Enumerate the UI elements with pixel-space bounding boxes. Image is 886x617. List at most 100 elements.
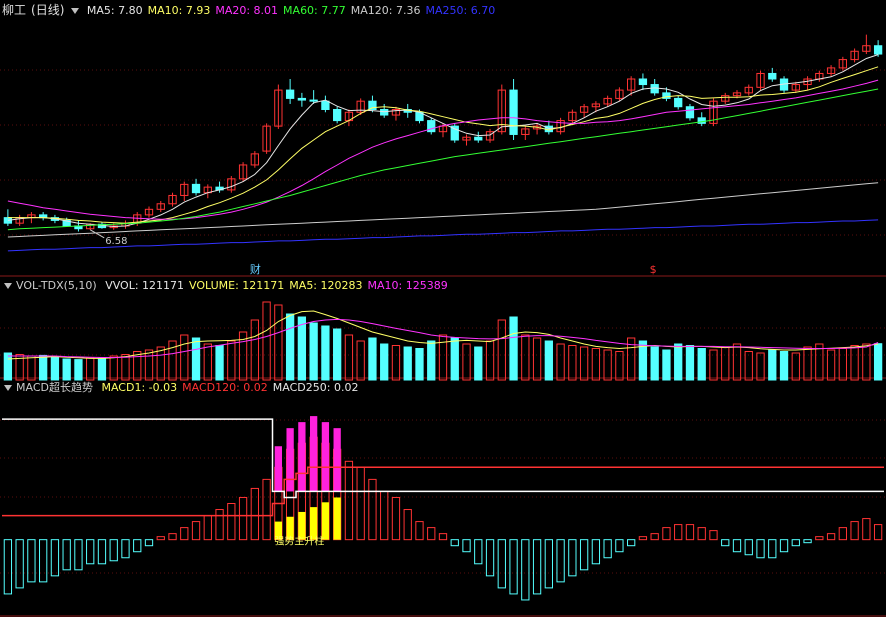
macd-hist-73 — [862, 518, 871, 541]
dropdown-icon[interactable] — [4, 282, 12, 289]
macd-hist-69 — [815, 536, 824, 541]
volume-bar-29 — [344, 334, 354, 381]
volume-bar-57 — [674, 343, 683, 381]
macd-hist-67 — [791, 539, 800, 547]
candle-body-74 — [873, 45, 883, 55]
low-marker-line — [89, 229, 105, 239]
strong-column-top-25 — [298, 422, 306, 492]
macd-hist-5 — [62, 539, 71, 571]
macd-hist-41 — [485, 539, 495, 577]
volume-bar-7 — [86, 357, 95, 381]
candle-body-32 — [380, 109, 389, 116]
volume-bar-0 — [3, 352, 13, 381]
macd-hist-48 — [568, 539, 577, 577]
ma-line-ma20 — [7, 79, 879, 220]
volume-bar-17 — [203, 343, 212, 381]
macd-hist-51 — [603, 539, 612, 559]
volume-bar-9 — [109, 355, 118, 381]
event-marker-0: 财 — [250, 262, 261, 276]
dropdown-icon[interactable] — [71, 7, 80, 14]
macd-hist-36 — [427, 527, 436, 541]
macd-hist-56 — [662, 527, 671, 541]
volume-bar-61 — [721, 346, 730, 381]
strong-column-base-25 — [298, 511, 306, 540]
macd-hist-70 — [826, 533, 836, 541]
macd-hist-14 — [168, 533, 177, 541]
macd-hist-57 — [674, 524, 683, 541]
volume-bar-43 — [509, 316, 518, 381]
macd-hist-22 — [262, 478, 271, 541]
dropdown-icon[interactable] — [4, 384, 12, 391]
macd-hist-19 — [227, 503, 236, 541]
macd-hist-66 — [779, 539, 789, 553]
macd-hist-61 — [721, 539, 730, 547]
macd-hist-46 — [544, 539, 553, 589]
candle-body-58 — [685, 106, 695, 119]
volume-bar-42 — [497, 319, 506, 381]
volume-label-3: MA10: 125389 — [367, 279, 448, 292]
macd-hist-60 — [709, 530, 718, 541]
macd-hist-65 — [768, 539, 777, 559]
strong-column-top-26 — [309, 416, 318, 492]
volume-bar-73 — [862, 343, 871, 381]
volume-title: VOL-TDX(5,10) — [16, 279, 97, 292]
macd-hist-0 — [3, 539, 13, 595]
volume-bar-68 — [803, 346, 812, 381]
stock-name: 柳工 — [2, 3, 27, 17]
macd-hist-62 — [732, 539, 742, 553]
volume-bar-5 — [62, 358, 71, 381]
price-ma-labels: MA5: 7.80 MA10: 7.93 MA20: 8.01 MA60: 7.77 M… — [87, 4, 500, 17]
macd-hist-74 — [873, 524, 883, 541]
volume-bar-26 — [309, 322, 318, 381]
macd-hist-29 — [344, 460, 354, 541]
volume-bar-3 — [39, 354, 48, 381]
macd-hist-71 — [838, 527, 847, 541]
volume-labels: VVOL: 121171 VOLUME: 121171 MA5: 120283 MA1… — [105, 279, 453, 292]
volume-bar-59 — [697, 348, 706, 381]
volume-label-1: VOLUME: 121171 — [189, 279, 285, 292]
macd-hist-40 — [474, 539, 483, 565]
macd-hist-64 — [756, 539, 765, 559]
macd-hist-9 — [109, 539, 118, 562]
volume-label-0: VVOL: 121171 — [105, 279, 185, 292]
volume-bar-11 — [133, 351, 142, 381]
volume-bar-35 — [415, 348, 424, 381]
volume-bar-30 — [356, 340, 365, 381]
macd-hist-50 — [591, 539, 601, 565]
chart-canvas[interactable]: 6.58 财 $ 强势主升柱 — [0, 0, 886, 617]
price-label-2: MA20: 8.01 — [215, 4, 279, 17]
macd-label-2: MACD250: 0.02 — [272, 381, 359, 394]
macd-hist-42 — [497, 539, 506, 589]
macd-hist-34 — [403, 509, 412, 541]
macd-hist-7 — [86, 539, 95, 565]
macd-hist-58 — [685, 524, 695, 541]
macd-hist-68 — [803, 539, 812, 544]
volume-bar-36 — [427, 340, 436, 381]
volume-bar-72 — [850, 345, 859, 381]
strong-column-base-27 — [321, 502, 330, 540]
volume-bar-51 — [603, 349, 612, 381]
volume-bar-33 — [391, 345, 401, 381]
ma-line-ma10 — [7, 66, 879, 224]
macd-hist-6 — [74, 539, 83, 571]
volume-bar-40 — [474, 346, 483, 381]
price-label-1: MA10: 7.93 — [147, 4, 211, 17]
volume-bar-34 — [403, 346, 412, 381]
candle-body-24 — [285, 89, 295, 99]
macd-hist-33 — [391, 496, 401, 541]
volume-bar-21 — [250, 319, 259, 381]
candle-body-27 — [321, 100, 330, 110]
volume-bar-44 — [521, 334, 530, 381]
volume-bar-2 — [27, 355, 36, 381]
volume-bar-47 — [556, 343, 565, 381]
volume-bar-50 — [591, 348, 601, 381]
macd-panel-header: MACD超长趋势 MACD1: -0.03 MACD120: 0.02 MACD25… — [2, 381, 368, 395]
volume-bar-8 — [97, 357, 107, 381]
macd-hist-21 — [250, 487, 259, 541]
volume-bar-39 — [462, 343, 471, 381]
volume-bar-71 — [838, 348, 847, 381]
volume-bar-10 — [121, 354, 130, 381]
macd-hist-10 — [121, 539, 130, 559]
macd-hist-54 — [638, 536, 648, 541]
macd-hist-37 — [438, 533, 448, 541]
